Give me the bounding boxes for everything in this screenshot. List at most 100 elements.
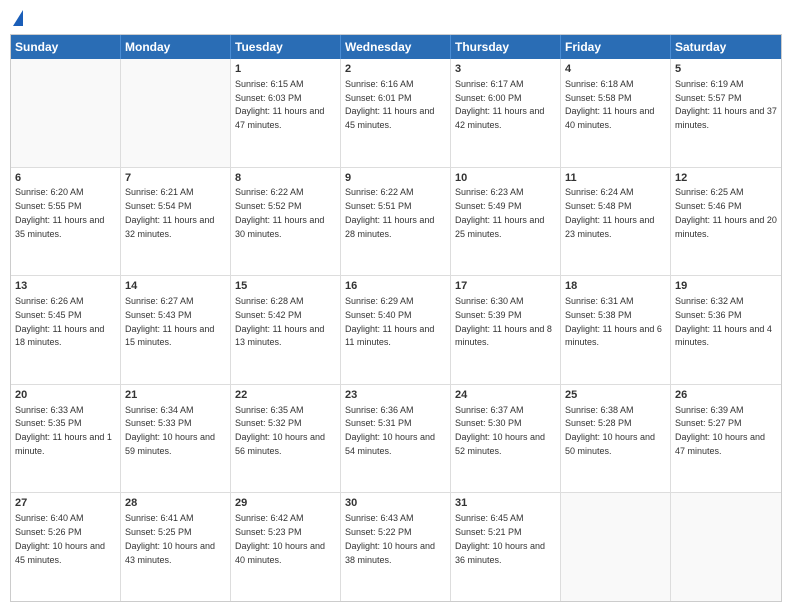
day-cell-9: 9Sunrise: 6:22 AM Sunset: 5:51 PM Daylig… [341,168,451,276]
day-info: Sunrise: 6:31 AM Sunset: 5:38 PM Dayligh… [565,296,662,347]
week-row-1: 1 Sunrise: 6:15 AM Sunset: 6:03 PM Daylig… [11,59,781,168]
header-tuesday: Tuesday [231,35,341,59]
day-cell-20: 20 Sunrise: 6:33 AM Sunset: 5:35 PM Dayli… [11,385,121,493]
day-cell-14: 14 Sunrise: 6:27 AM Sunset: 5:43 PM Dayli… [121,276,231,384]
day-number: 6 [15,171,116,186]
day-number: 10 [455,171,556,186]
day-number: 7 [125,171,226,186]
week-row-5: 27 Sunrise: 6:40 AM Sunset: 5:26 PM Dayli… [11,493,781,601]
day-info: Sunrise: 6:43 AM Sunset: 5:22 PM Dayligh… [345,513,435,564]
empty-cell [671,493,781,601]
day-number: 1 [235,62,336,77]
day-number: 27 [15,496,116,511]
day-number: 11 [565,171,666,186]
day-info: Sunrise: 6:33 AM Sunset: 5:35 PM Dayligh… [15,405,112,456]
header-friday: Friday [561,35,671,59]
header-sunday: Sunday [11,35,121,59]
day-cell-29: 29Sunrise: 6:42 AM Sunset: 5:23 PM Dayli… [231,493,341,601]
day-cell-6: 6Sunrise: 6:20 AM Sunset: 5:55 PM Daylig… [11,168,121,276]
day-info: Sunrise: 6:26 AM Sunset: 5:45 PM Dayligh… [15,296,104,347]
day-number: 24 [455,388,556,403]
day-info: Sunrise: 6:38 AM Sunset: 5:28 PM Dayligh… [565,405,655,456]
calendar-body: 1 Sunrise: 6:15 AM Sunset: 6:03 PM Daylig… [11,59,781,601]
day-cell-22: 22 Sunrise: 6:35 AM Sunset: 5:32 PM Dayli… [231,385,341,493]
day-number: 22 [235,388,336,403]
day-info: Sunrise: 6:30 AM Sunset: 5:39 PM Dayligh… [455,296,552,347]
day-cell-23: 23 Sunrise: 6:36 AM Sunset: 5:31 PM Dayli… [341,385,451,493]
day-info: Sunrise: 6:24 AM Sunset: 5:48 PM Dayligh… [565,187,654,238]
day-cell-31: 31Sunrise: 6:45 AM Sunset: 5:21 PM Dayli… [451,493,561,601]
empty-cell [121,59,231,167]
day-info: Sunrise: 6:29 AM Sunset: 5:40 PM Dayligh… [345,296,434,347]
day-cell-28: 28 Sunrise: 6:41 AM Sunset: 5:25 PM Dayli… [121,493,231,601]
day-number: 30 [345,496,446,511]
day-cell-16: 16 Sunrise: 6:29 AM Sunset: 5:40 PM Dayli… [341,276,451,384]
day-info: Sunrise: 6:15 AM Sunset: 6:03 PM Dayligh… [235,79,324,130]
day-info: Sunrise: 6:25 AM Sunset: 5:46 PM Dayligh… [675,187,777,238]
header [10,10,782,26]
day-number: 21 [125,388,226,403]
day-number: 9 [345,171,446,186]
day-number: 12 [675,171,777,186]
day-number: 18 [565,279,666,294]
day-cell-1: 1 Sunrise: 6:15 AM Sunset: 6:03 PM Daylig… [231,59,341,167]
day-cell-17: 17 Sunrise: 6:30 AM Sunset: 5:39 PM Dayli… [451,276,561,384]
day-number: 4 [565,62,666,77]
day-info: Sunrise: 6:23 AM Sunset: 5:49 PM Dayligh… [455,187,544,238]
day-number: 16 [345,279,446,294]
day-cell-25: 25 Sunrise: 6:38 AM Sunset: 5:28 PM Dayli… [561,385,671,493]
logo-arrow-icon [13,10,23,26]
day-cell-30: 30 Sunrise: 6:43 AM Sunset: 5:22 PM Dayli… [341,493,451,601]
day-info: Sunrise: 6:32 AM Sunset: 5:36 PM Dayligh… [675,296,772,347]
day-cell-15: 15Sunrise: 6:28 AM Sunset: 5:42 PM Dayli… [231,276,341,384]
day-cell-19: 19Sunrise: 6:32 AM Sunset: 5:36 PM Dayli… [671,276,781,384]
day-info: Sunrise: 6:17 AM Sunset: 6:00 PM Dayligh… [455,79,544,130]
day-cell-21: 21 Sunrise: 6:34 AM Sunset: 5:33 PM Dayli… [121,385,231,493]
day-info: Sunrise: 6:41 AM Sunset: 5:25 PM Dayligh… [125,513,215,564]
day-info: Sunrise: 6:39 AM Sunset: 5:27 PM Dayligh… [675,405,765,456]
header-wednesday: Wednesday [341,35,451,59]
calendar-header: Sunday Monday Tuesday Wednesday Thursday… [11,35,781,59]
day-number: 31 [455,496,556,511]
week-row-3: 13 Sunrise: 6:26 AM Sunset: 5:45 PM Dayli… [11,276,781,385]
header-thursday: Thursday [451,35,561,59]
day-cell-8: 8Sunrise: 6:22 AM Sunset: 5:52 PM Daylig… [231,168,341,276]
day-info: Sunrise: 6:19 AM Sunset: 5:57 PM Dayligh… [675,79,777,130]
day-number: 20 [15,388,116,403]
header-monday: Monday [121,35,231,59]
day-info: Sunrise: 6:34 AM Sunset: 5:33 PM Dayligh… [125,405,215,456]
day-number: 26 [675,388,777,403]
day-cell-3: 3Sunrise: 6:17 AM Sunset: 6:00 PM Daylig… [451,59,561,167]
day-info: Sunrise: 6:21 AM Sunset: 5:54 PM Dayligh… [125,187,214,238]
day-info: Sunrise: 6:40 AM Sunset: 5:26 PM Dayligh… [15,513,105,564]
day-number: 14 [125,279,226,294]
day-number: 25 [565,388,666,403]
day-number: 15 [235,279,336,294]
day-info: Sunrise: 6:37 AM Sunset: 5:30 PM Dayligh… [455,405,545,456]
day-number: 13 [15,279,116,294]
day-info: Sunrise: 6:22 AM Sunset: 5:51 PM Dayligh… [345,187,434,238]
empty-cell [561,493,671,601]
day-info: Sunrise: 6:22 AM Sunset: 5:52 PM Dayligh… [235,187,324,238]
calendar: Sunday Monday Tuesday Wednesday Thursday… [10,34,782,602]
day-info: Sunrise: 6:36 AM Sunset: 5:31 PM Dayligh… [345,405,435,456]
day-number: 8 [235,171,336,186]
day-cell-12: 12Sunrise: 6:25 AM Sunset: 5:46 PM Dayli… [671,168,781,276]
day-cell-26: 26 Sunrise: 6:39 AM Sunset: 5:27 PM Dayli… [671,385,781,493]
day-number: 2 [345,62,446,77]
day-number: 29 [235,496,336,511]
day-number: 28 [125,496,226,511]
day-info: Sunrise: 6:27 AM Sunset: 5:43 PM Dayligh… [125,296,214,347]
day-number: 23 [345,388,446,403]
day-number: 17 [455,279,556,294]
day-info: Sunrise: 6:35 AM Sunset: 5:32 PM Dayligh… [235,405,325,456]
day-cell-13: 13 Sunrise: 6:26 AM Sunset: 5:45 PM Dayli… [11,276,121,384]
week-row-4: 20 Sunrise: 6:33 AM Sunset: 5:35 PM Dayli… [11,385,781,494]
day-cell-4: 4Sunrise: 6:18 AM Sunset: 5:58 PM Daylig… [561,59,671,167]
day-cell-10: 10Sunrise: 6:23 AM Sunset: 5:49 PM Dayli… [451,168,561,276]
day-cell-5: 5 Sunrise: 6:19 AM Sunset: 5:57 PM Daylig… [671,59,781,167]
day-info: Sunrise: 6:20 AM Sunset: 5:55 PM Dayligh… [15,187,104,238]
empty-cell [11,59,121,167]
day-number: 5 [675,62,777,77]
page: Sunday Monday Tuesday Wednesday Thursday… [0,0,792,612]
